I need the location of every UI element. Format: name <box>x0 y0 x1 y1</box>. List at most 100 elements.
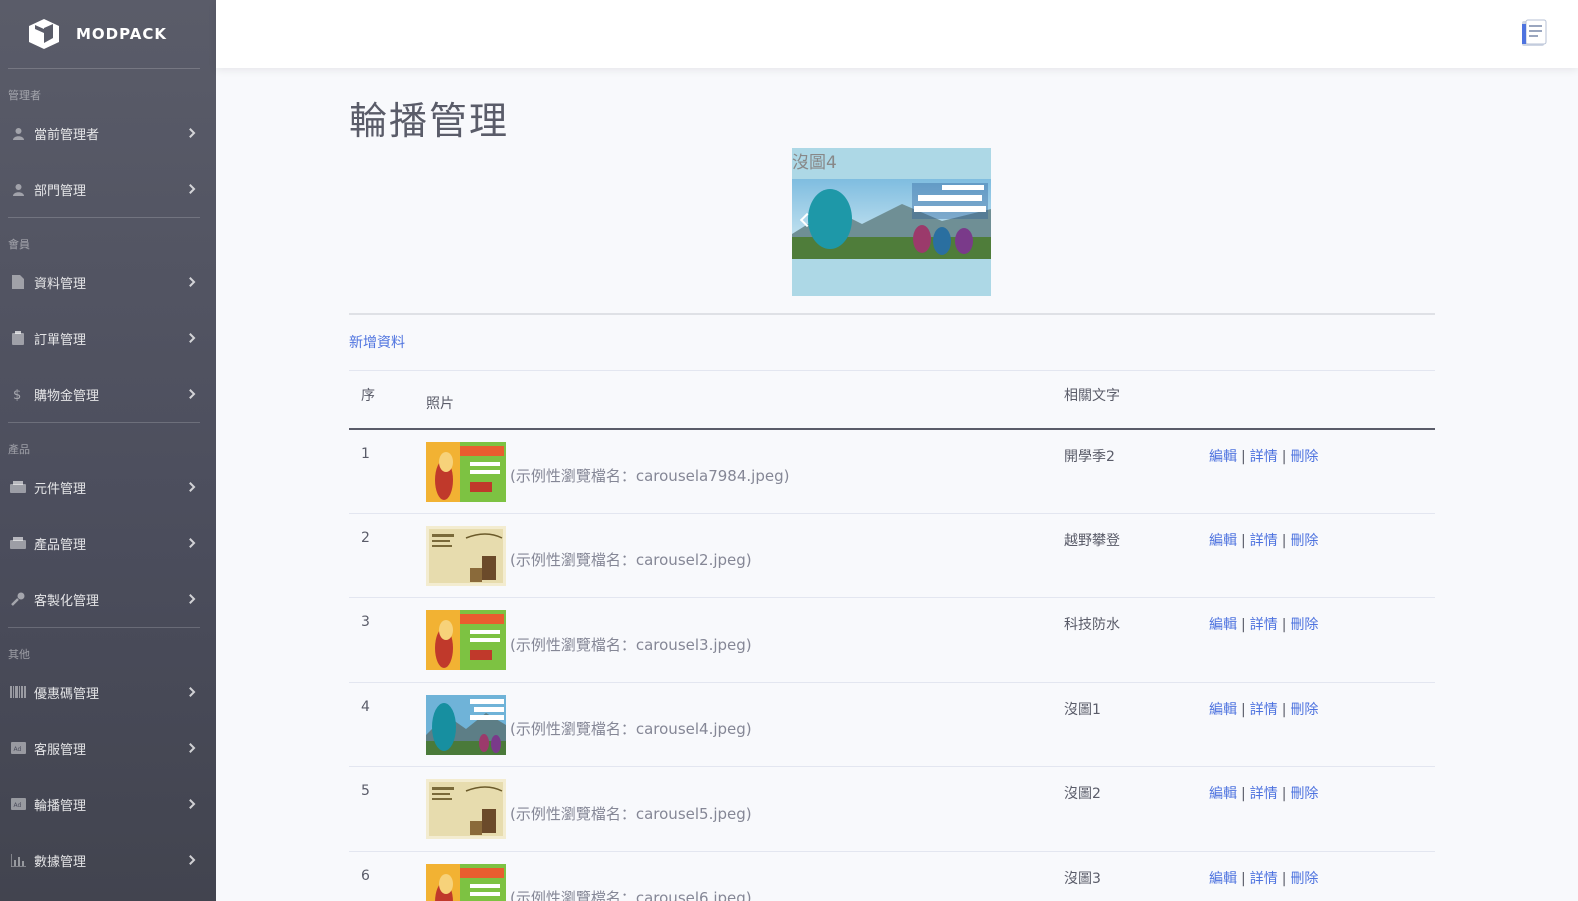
sidebar-item[interactable]: Ad 客服管理 <box>0 720 216 776</box>
header-text: 相關文字 <box>1064 388 1120 404</box>
add-data-link[interactable]: 新增資料 <box>349 332 405 352</box>
row-text: 科技防水 <box>1064 617 1120 633</box>
delete-link[interactable]: 刪除 <box>1290 617 1318 633</box>
sidebar-item[interactable]: 當前管理者 <box>0 105 216 161</box>
brand-name: MODPACK <box>76 25 167 43</box>
chevron-right-icon <box>185 277 196 287</box>
table-row: 6 (示例性瀏覽檔名：carousel6.jpeg) 沒圖3 編輯 | 詳情 | 刪除 <box>349 851 1435 901</box>
carousel-preview[interactable]: 沒圖4 <box>792 148 991 296</box>
sidebar-divider <box>8 627 200 628</box>
sidebar-nav: 管理者 當前管理者 部門管理 會員 資料管理 訂單管理 $ 購物金管理 產品 元件管理 產品管理 客製… <box>0 87 216 888</box>
delete-link[interactable]: 刪除 <box>1290 702 1318 718</box>
table-row: 3 (示例性瀏覽檔名：carousel3.jpeg) 科技防水 編輯 | 詳情 | 刪除 <box>349 598 1435 683</box>
row-photo: (示例性瀏覽檔名：carousela7984.jpeg) <box>426 429 1064 514</box>
row-photo: (示例性瀏覽檔名：carousel4.jpeg) <box>426 682 1064 767</box>
chevron-right-icon <box>185 538 196 548</box>
sidebar-item[interactable]: 元件管理 <box>0 459 216 515</box>
box-icon <box>10 535 26 551</box>
detail-link[interactable]: 詳情 <box>1250 871 1278 887</box>
row-seq: 5 <box>361 783 370 799</box>
delete-link[interactable]: 刪除 <box>1290 786 1318 802</box>
sidebar-item-label: 資料管理 <box>34 276 87 292</box>
delete-link[interactable]: 刪除 <box>1290 533 1318 549</box>
edit-link[interactable]: 編輯 <box>1209 449 1237 465</box>
sidebar-item[interactable]: $ 購物金管理 <box>0 366 216 422</box>
row-photo: (示例性瀏覽檔名：carousel2.jpeg) <box>426 513 1064 598</box>
sidebar-item-label: 部門管理 <box>34 183 87 199</box>
delete-link[interactable]: 刪除 <box>1290 449 1318 465</box>
sidebar-heading: 產品 <box>8 443 30 456</box>
row-actions: 編輯 | 詳情 | 刪除 <box>1209 598 1435 683</box>
sidebar-item-label: 當前管理者 <box>34 127 100 143</box>
chevron-right-icon <box>185 594 196 604</box>
row-thumbnail[interactable] <box>426 610 506 674</box>
detail-link[interactable]: 詳情 <box>1250 449 1278 465</box>
sidebar-divider <box>8 422 200 423</box>
action-separator: | <box>1281 448 1287 465</box>
page-title: 輪播管理 <box>349 99 510 143</box>
sidebar-item[interactable]: 訂單管理 <box>0 310 216 366</box>
sidebar-item[interactable]: 部門管理 <box>0 161 216 217</box>
row-filename: (示例性瀏覽檔名：carousel2.jpeg) <box>510 551 752 569</box>
row-actions: 編輯 | 詳情 | 刪除 <box>1209 513 1435 598</box>
edit-link[interactable]: 編輯 <box>1209 533 1237 549</box>
row-text: 沒圖1 <box>1064 701 1101 718</box>
table-row: 5 (示例性瀏覽檔名：carousel5.jpeg) 沒圖2 編輯 | 詳情 | 刪除 <box>349 767 1435 852</box>
action-separator: | <box>1281 617 1287 633</box>
chevron-right-icon <box>185 389 196 399</box>
clipboard-icon <box>10 330 26 346</box>
cube-logo-icon <box>29 19 59 49</box>
sidebar: MODPACK 管理者 當前管理者 部門管理 會員 資料管理 訂單管理 $ 購物金管理 產品 元件… <box>0 0 216 901</box>
action-separator: | <box>1241 786 1246 802</box>
table-header-row: 序 照片 相關文字 <box>349 370 1435 429</box>
row-thumbnail[interactable] <box>426 779 506 843</box>
edit-link[interactable]: 編輯 <box>1209 702 1237 718</box>
header-seq: 序 <box>361 388 375 404</box>
chevron-right-icon <box>185 799 196 809</box>
sidebar-item-label: 購物金管理 <box>34 388 100 404</box>
chevron-right-icon <box>185 184 196 194</box>
dollar-icon: $ <box>10 386 26 402</box>
detail-link[interactable]: 詳情 <box>1250 702 1278 718</box>
sidebar-heading: 其他 <box>8 648 30 661</box>
chart-icon <box>10 852 26 868</box>
sidebar-item[interactable]: 數據管理 <box>0 832 216 888</box>
sidebar-item-label: 輪播管理 <box>34 798 87 814</box>
file-icon <box>10 274 26 290</box>
row-thumbnail[interactable] <box>426 525 506 590</box>
detail-link[interactable]: 詳情 <box>1250 617 1278 633</box>
detail-link[interactable]: 詳情 <box>1250 533 1278 549</box>
sidebar-item-label: 客製化管理 <box>34 593 100 609</box>
detail-link[interactable]: 詳情 <box>1250 786 1278 802</box>
edit-link[interactable]: 編輯 <box>1209 871 1237 887</box>
user-icon <box>10 181 26 197</box>
sidebar-item[interactable]: 客製化管理 <box>0 571 216 627</box>
document-icon[interactable] <box>1520 18 1550 48</box>
sidebar-item[interactable]: Ad 輪播管理 <box>0 776 216 832</box>
sidebar-item-label: 優惠碼管理 <box>34 686 100 702</box>
chevron-right-icon <box>185 482 196 492</box>
row-text: 沒圖3 <box>1064 870 1101 887</box>
row-seq: 4 <box>361 698 370 715</box>
svg-text:Ad: Ad <box>13 746 21 753</box>
edit-link[interactable]: 編輯 <box>1209 786 1237 802</box>
table-row: 2 (示例性瀏覽檔名：carousel2.jpeg) 越野攀登 編輯 | 詳情 | 刪除 <box>349 513 1435 598</box>
edit-link[interactable]: 編輯 <box>1209 617 1237 633</box>
svg-text:Ad: Ad <box>13 802 21 809</box>
action-separator: | <box>1241 532 1246 549</box>
sidebar-divider <box>8 68 200 69</box>
row-thumbnail[interactable] <box>426 863 506 901</box>
sidebar-item[interactable]: 產品管理 <box>0 515 216 571</box>
row-seq: 2 <box>361 529 370 546</box>
row-actions: 編輯 | 詳情 | 刪除 <box>1209 429 1435 514</box>
row-filename: (示例性瀏覽檔名：carousela7984.jpeg) <box>510 467 790 485</box>
row-thumbnail[interactable] <box>426 441 506 506</box>
row-actions: 編輯 | 詳情 | 刪除 <box>1209 767 1435 852</box>
row-actions: 編輯 | 詳情 | 刪除 <box>1209 682 1435 767</box>
table-row: 1 (示例性瀏覽檔名：carousela7984.jpeg) 開學季2 編輯 | 詳情 | 刪… <box>349 429 1435 514</box>
delete-link[interactable]: 刪除 <box>1290 871 1318 887</box>
brand[interactable]: MODPACK <box>0 0 216 68</box>
sidebar-item[interactable]: 資料管理 <box>0 254 216 310</box>
row-thumbnail[interactable] <box>426 694 506 759</box>
sidebar-item[interactable]: 優惠碼管理 <box>0 664 216 720</box>
